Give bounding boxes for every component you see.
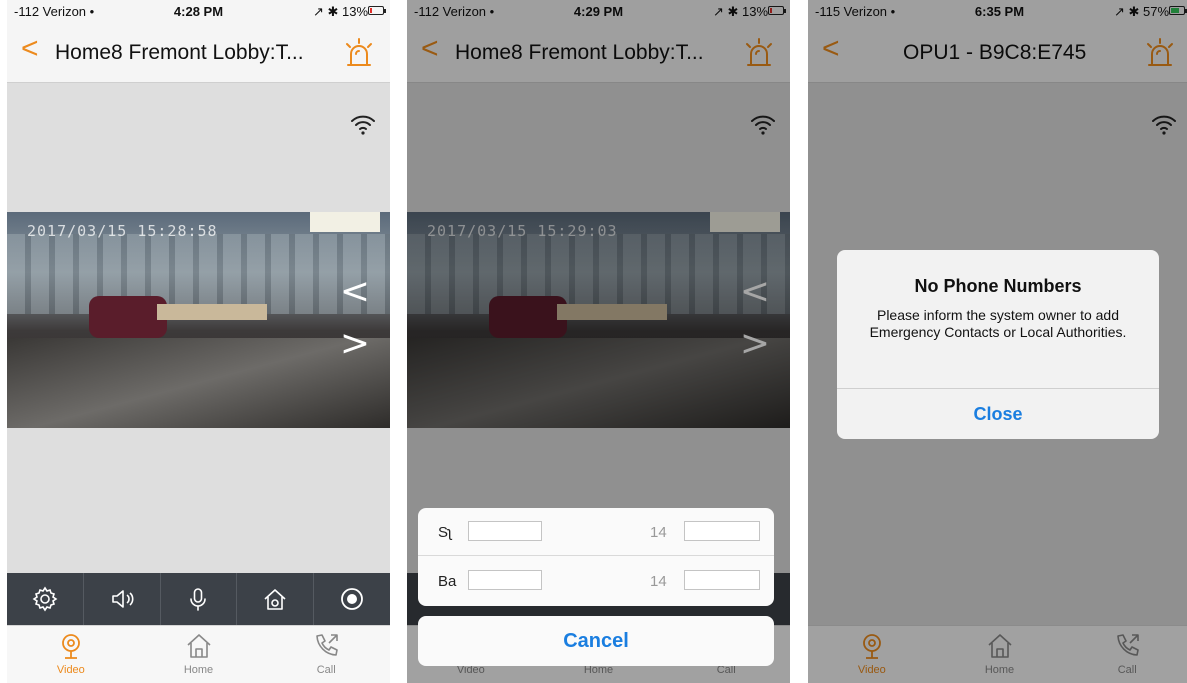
alert-dialog: No Phone Numbers Please inform the syste… [837,250,1159,439]
video-scene-sofa [89,296,167,338]
battery-icon [368,6,386,15]
camera-title: Home8 Fremont Lobby:T... [55,41,304,64]
next-camera-button[interactable]: > [340,326,370,362]
video-timestamp: 2017/03/15 15:28:58 [27,222,218,240]
redacted-number [684,570,760,590]
phone-screen-call-picker: -112 Verizon • 4:29 PM ↗ ✱ 13% < Home8 F… [407,0,790,683]
alert-title: No Phone Numbers [914,276,1082,296]
phone-call-icon [316,634,338,656]
tab-home-label: Home [183,664,214,676]
video-scene-table [157,304,267,320]
tab-call-label: Call [316,664,336,676]
redacted-number [684,521,760,541]
tab-bar: Video Home Call [7,625,390,683]
contact-number: 14 [650,573,667,590]
microphone-button[interactable] [161,573,238,625]
record-icon [341,588,363,610]
status-indicators: ↗ ✱ 13% [312,4,368,19]
video-scene-light [310,212,380,232]
phone-screen-no-numbers: -115 Verizon • 6:35 PM ↗ ✱ 57% < OPU1 - … [808,0,1187,683]
tab-video[interactable]: Video [7,626,135,683]
contact-name: Sʅ [438,524,452,541]
redacted-name [468,521,542,541]
redacted-name [468,570,542,590]
contact-action-sheet: Sʅ 14 2 Ba 14 2 [418,508,774,606]
settings-button[interactable] [7,573,84,625]
alert-message: Please inform the system owner to add Em… [869,307,1127,340]
contact-number: 14 [650,524,667,541]
previous-camera-button[interactable]: < [340,274,370,310]
camera-video-feed[interactable]: 2017/03/15 15:28:58 < > [7,212,390,428]
speaker-icon [111,590,134,608]
tab-video-label: Video [56,664,85,676]
contact-option[interactable]: Ba 14 2 [418,557,774,605]
contact-name: Ba [438,573,457,590]
wifi-signal-icon [351,115,375,135]
close-button[interactable]: Close [837,388,1159,439]
video-scene-windows [7,234,390,314]
navigation-bar: < Home8 Fremont Lobby:T... [7,22,390,83]
back-button[interactable]: < [21,34,39,64]
cancel-button[interactable]: Cancel [418,616,774,666]
video-scene-floor [7,338,390,428]
alarm-siren-icon[interactable] [342,36,376,70]
tab-call[interactable]: Call [262,626,390,683]
home-mode-button[interactable] [237,573,315,625]
phone-screen-video: -112 Verizon • 4:28 PM ↗ ✱ 13% < Home8 F… [7,0,390,683]
contact-option[interactable]: Sʅ 14 2 [418,508,774,556]
tab-home[interactable]: Home [135,626,263,683]
camera-icon [61,634,80,659]
camera-toolbar [7,573,390,625]
settings-gear-icon [32,586,58,612]
home-icon [186,634,211,658]
speaker-button[interactable] [84,573,161,625]
record-button[interactable] [314,573,390,625]
status-bar: -112 Verizon • 4:28 PM ↗ ✱ 13% [7,0,390,22]
home-mode-icon [264,589,286,610]
microphone-icon [190,588,207,611]
